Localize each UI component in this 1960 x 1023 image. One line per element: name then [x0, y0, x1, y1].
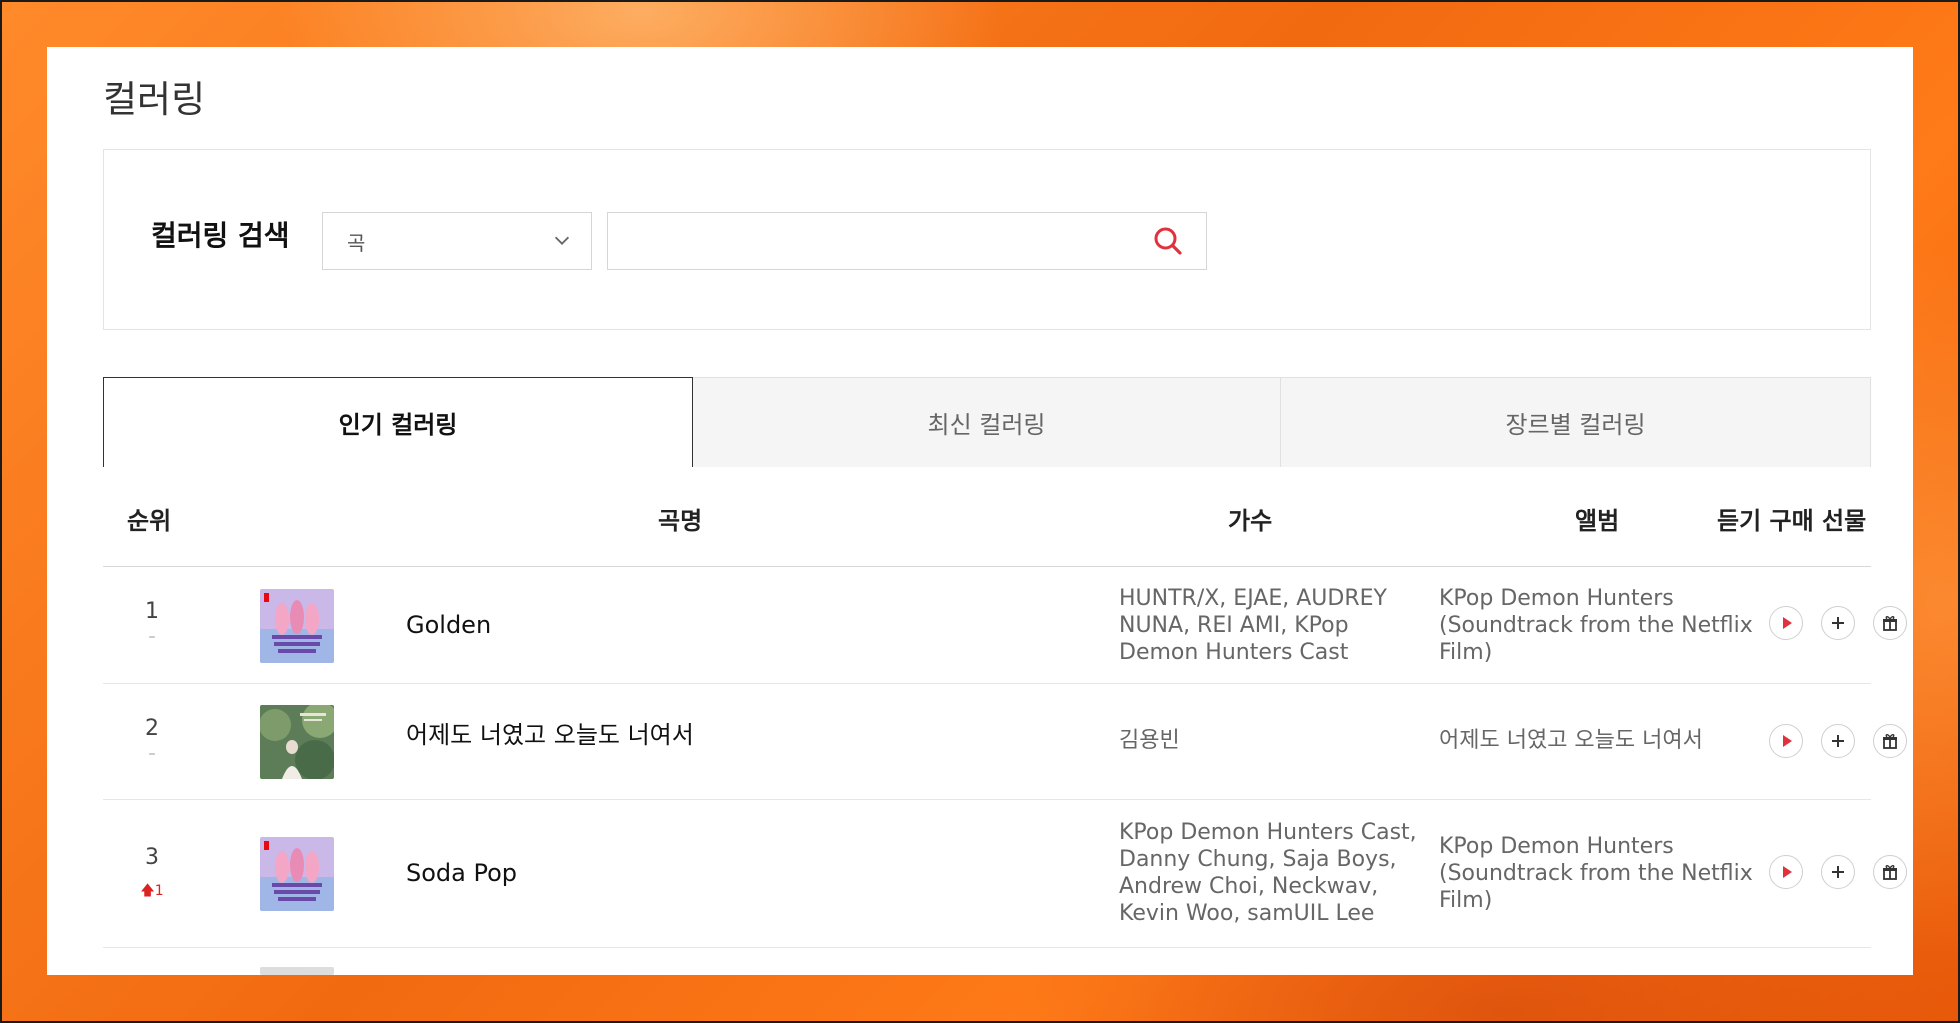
- buy-button[interactable]: [1821, 855, 1855, 889]
- header-actions: 듣기 구매 선물: [1717, 507, 1867, 535]
- rank-number: 1: [145, 599, 159, 624]
- plus-icon: [1832, 735, 1844, 747]
- gift-button[interactable]: [1873, 724, 1907, 758]
- album-cover[interactable]: [260, 837, 334, 911]
- artist-name[interactable]: 김용빈: [1119, 727, 1419, 754]
- buy-button[interactable]: [1821, 606, 1855, 640]
- album-title[interactable]: 어제도 너였고 오늘도 너여서: [1439, 727, 1769, 754]
- album-cover[interactable]: [260, 705, 334, 779]
- coloring-panel: 컬러링 컬러링 검색 곡 인기 컬러링 최신 컬러링 장르별 컬러링 순위 곡명…: [47, 47, 1913, 975]
- header-album: 앨범: [1575, 507, 1620, 535]
- album-title[interactable]: KPop Demon Hunters (Soundtrack from the …: [1439, 833, 1769, 914]
- table-row: 2 – 어제도 너였고 오늘도 너여서 김용빈 어제도 너였고 오늘도 너여서: [103, 684, 1907, 800]
- ranking-tabs: 인기 컬러링 최신 컬러링 장르별 컬러링: [103, 377, 1871, 467]
- gift-button[interactable]: [1873, 606, 1907, 640]
- artist-name[interactable]: HUNTR/X, EJAE, AUDREY NUNA, REI AMI, KPo…: [1119, 585, 1419, 666]
- play-button[interactable]: [1769, 724, 1803, 758]
- song-title[interactable]: Soda Pop: [406, 859, 517, 887]
- plus-icon: [1832, 617, 1844, 629]
- row-actions: [1769, 855, 1907, 891]
- gift-button[interactable]: [1873, 855, 1907, 889]
- play-icon: [1783, 735, 1792, 747]
- buy-button[interactable]: [1821, 724, 1855, 758]
- play-icon: [1783, 866, 1792, 878]
- plus-icon: [1832, 866, 1844, 878]
- row-actions: [1769, 724, 1907, 760]
- chevron-down-icon: [554, 236, 570, 245]
- arrow-up-icon: 🡅: [140, 883, 155, 899]
- gift-icon: [1883, 865, 1897, 880]
- table-row: 3 🡅1 Soda Pop KPop Demon Hunters Cast, D…: [103, 800, 1907, 948]
- header-song: 곡명: [658, 507, 703, 535]
- search-label: 컬러링 검색: [151, 219, 290, 252]
- rank-number: 3: [145, 845, 159, 870]
- table-row: 1 – Golden HUNTR/X, EJAE, AUDREY NUNA, R…: [103, 567, 1907, 684]
- play-button[interactable]: [1769, 855, 1803, 889]
- green-forest-cover: [260, 705, 334, 779]
- play-icon: [1783, 617, 1792, 629]
- search-icon[interactable]: [1152, 225, 1184, 257]
- tab-latest-coloring[interactable]: 최신 컬러링: [693, 377, 1281, 467]
- song-title[interactable]: 어제도 너였고 오늘도 너여서: [406, 715, 694, 750]
- search-type-value: 곡: [347, 231, 366, 255]
- gift-icon: [1883, 734, 1897, 749]
- search-input[interactable]: [608, 213, 1164, 269]
- rank-number: 2: [145, 716, 159, 741]
- page-title: 컬러링: [103, 78, 206, 121]
- kpop-demon-hunters-cover: [260, 837, 334, 911]
- song-title[interactable]: Golden: [406, 611, 491, 639]
- search-field: [607, 212, 1207, 270]
- rank-change: –: [148, 746, 156, 762]
- album-cover: [260, 967, 334, 975]
- album-title[interactable]: KPop Demon Hunters (Soundtrack from the …: [1439, 585, 1769, 666]
- row-actions: [1769, 606, 1907, 642]
- gift-icon: [1883, 616, 1897, 631]
- table-header: 순위 곡명 가수 앨범 듣기 구매 선물: [103, 467, 1871, 567]
- tab-popular-coloring[interactable]: 인기 컬러링: [103, 377, 693, 467]
- header-rank: 순위: [127, 507, 172, 535]
- search-type-select[interactable]: 곡: [322, 212, 592, 270]
- artist-name[interactable]: KPop Demon Hunters Cast, Danny Chung, Sa…: [1119, 819, 1419, 927]
- tab-genre-coloring[interactable]: 장르별 컬러링: [1281, 377, 1871, 467]
- rank-change: 🡅1: [140, 883, 164, 899]
- header-artist: 가수: [1228, 507, 1273, 535]
- search-section: 컬러링 검색 곡: [103, 149, 1871, 330]
- play-button[interactable]: [1769, 606, 1803, 640]
- kpop-demon-hunters-cover: [260, 589, 334, 663]
- album-cover[interactable]: [260, 589, 334, 663]
- rank-change: –: [148, 629, 156, 645]
